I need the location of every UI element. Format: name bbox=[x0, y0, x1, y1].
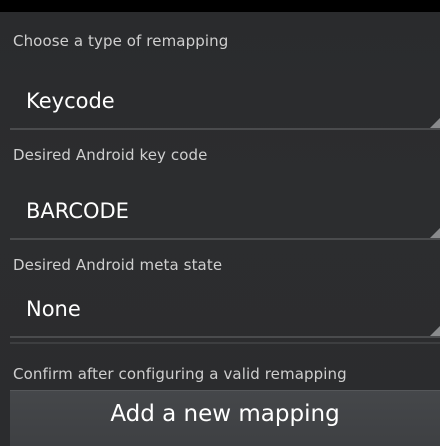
meta-state-label: Desired Android meta state bbox=[13, 256, 223, 274]
meta-state-value: None bbox=[26, 297, 81, 321]
divider bbox=[10, 342, 440, 344]
spinner-underline bbox=[10, 128, 440, 130]
dropdown-arrow-icon bbox=[430, 326, 440, 336]
spinner-underline bbox=[10, 238, 440, 240]
remapping-type-label: Choose a type of remapping bbox=[13, 32, 229, 50]
key-code-label: Desired Android key code bbox=[13, 146, 208, 164]
add-mapping-button[interactable]: Add a new mapping bbox=[10, 390, 440, 446]
add-mapping-button-label: Add a new mapping bbox=[110, 401, 340, 427]
top-bar bbox=[0, 0, 440, 12]
remapping-type-value: Keycode bbox=[26, 89, 115, 113]
meta-state-spinner[interactable]: None bbox=[10, 286, 440, 338]
key-code-spinner[interactable]: BARCODE bbox=[10, 188, 440, 240]
remapping-form: Choose a type of remapping Keycode Desir… bbox=[0, 12, 440, 446]
confirm-text: Confirm after configuring a valid remapp… bbox=[13, 365, 347, 383]
dropdown-arrow-icon bbox=[430, 118, 440, 128]
dropdown-arrow-icon bbox=[430, 228, 440, 238]
remapping-screen: Choose a type of remapping Keycode Desir… bbox=[0, 0, 440, 446]
remapping-type-spinner[interactable]: Keycode bbox=[10, 78, 440, 130]
key-code-value: BARCODE bbox=[26, 199, 129, 223]
spinner-underline bbox=[10, 336, 440, 338]
